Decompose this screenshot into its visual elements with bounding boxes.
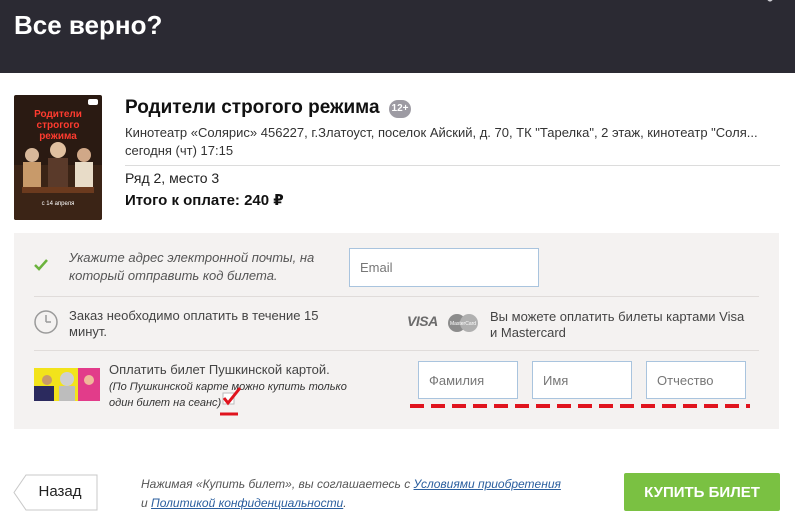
poster-title-line: режима (39, 131, 77, 142)
check-icon (34, 259, 48, 271)
email-hint: Укажите адрес электронной почты, на кото… (69, 250, 315, 283)
terms-link[interactable]: Условиями приобретения (414, 477, 561, 491)
visa-logo-icon: VISA (407, 313, 438, 329)
movie-poster: Родители строгого режима с 14 апреля (14, 95, 102, 220)
dialog-title: Все верно? (14, 10, 163, 40)
poster-title-line: Родители (34, 109, 82, 120)
movie-title: Родители строгого режима (125, 97, 380, 118)
cinema-address: Кинотеатр «Солярис» 456227, г.Златоуст, … (125, 125, 758, 140)
total-price: Итого к оплате: 240 ₽ (125, 192, 284, 209)
privacy-policy-link[interactable]: Политикой конфиденциальности (151, 496, 343, 510)
payment-time-notice: Заказ необходимо оплатить в течение 15 м… (69, 308, 319, 339)
agreement-text: Нажимая «Купить билет», вы соглашаетесь … (141, 475, 611, 513)
pushkin-card-label: Оплатить билет Пушкинской картой. (109, 362, 330, 377)
seat-info: Ряд 2, место 3 (125, 170, 220, 186)
last-name-input[interactable] (418, 361, 518, 399)
dialog-header: Все верно? (0, 0, 795, 73)
mastercard-logo-icon: MasterCard (448, 314, 478, 332)
back-button-label[interactable]: Назад (24, 483, 96, 500)
showtime: сегодня (чт) 17:15 (125, 143, 234, 158)
mastercard-label: MasterCard (450, 321, 476, 327)
age-rating-badge: 12+ (389, 100, 411, 118)
agreement-suffix: . (343, 496, 347, 510)
clock-icon (34, 310, 58, 334)
email-input[interactable] (349, 248, 539, 287)
first-name-input[interactable] (532, 361, 632, 399)
pushkin-card-image (34, 368, 100, 401)
annotation-dashed-underline (410, 404, 750, 408)
row-divider (34, 296, 759, 297)
pushkin-card-checkbox[interactable] (220, 387, 244, 417)
agreement-and: и (141, 496, 152, 510)
close-icon[interactable] (759, 0, 781, 8)
agreement-prefix: Нажимая «Купить билет», вы соглашаетесь … (141, 477, 414, 491)
poster-date: с 14 апреля (42, 201, 75, 207)
divider (125, 165, 780, 166)
cards-accepted-text: Вы можете оплатить билеты картами Visa и… (490, 309, 745, 340)
row-divider (34, 350, 759, 351)
buy-ticket-button[interactable]: КУПИТЬ БИЛЕТ (624, 473, 780, 511)
poster-title-line: строгого (37, 120, 80, 131)
middle-name-input[interactable] (646, 361, 746, 399)
